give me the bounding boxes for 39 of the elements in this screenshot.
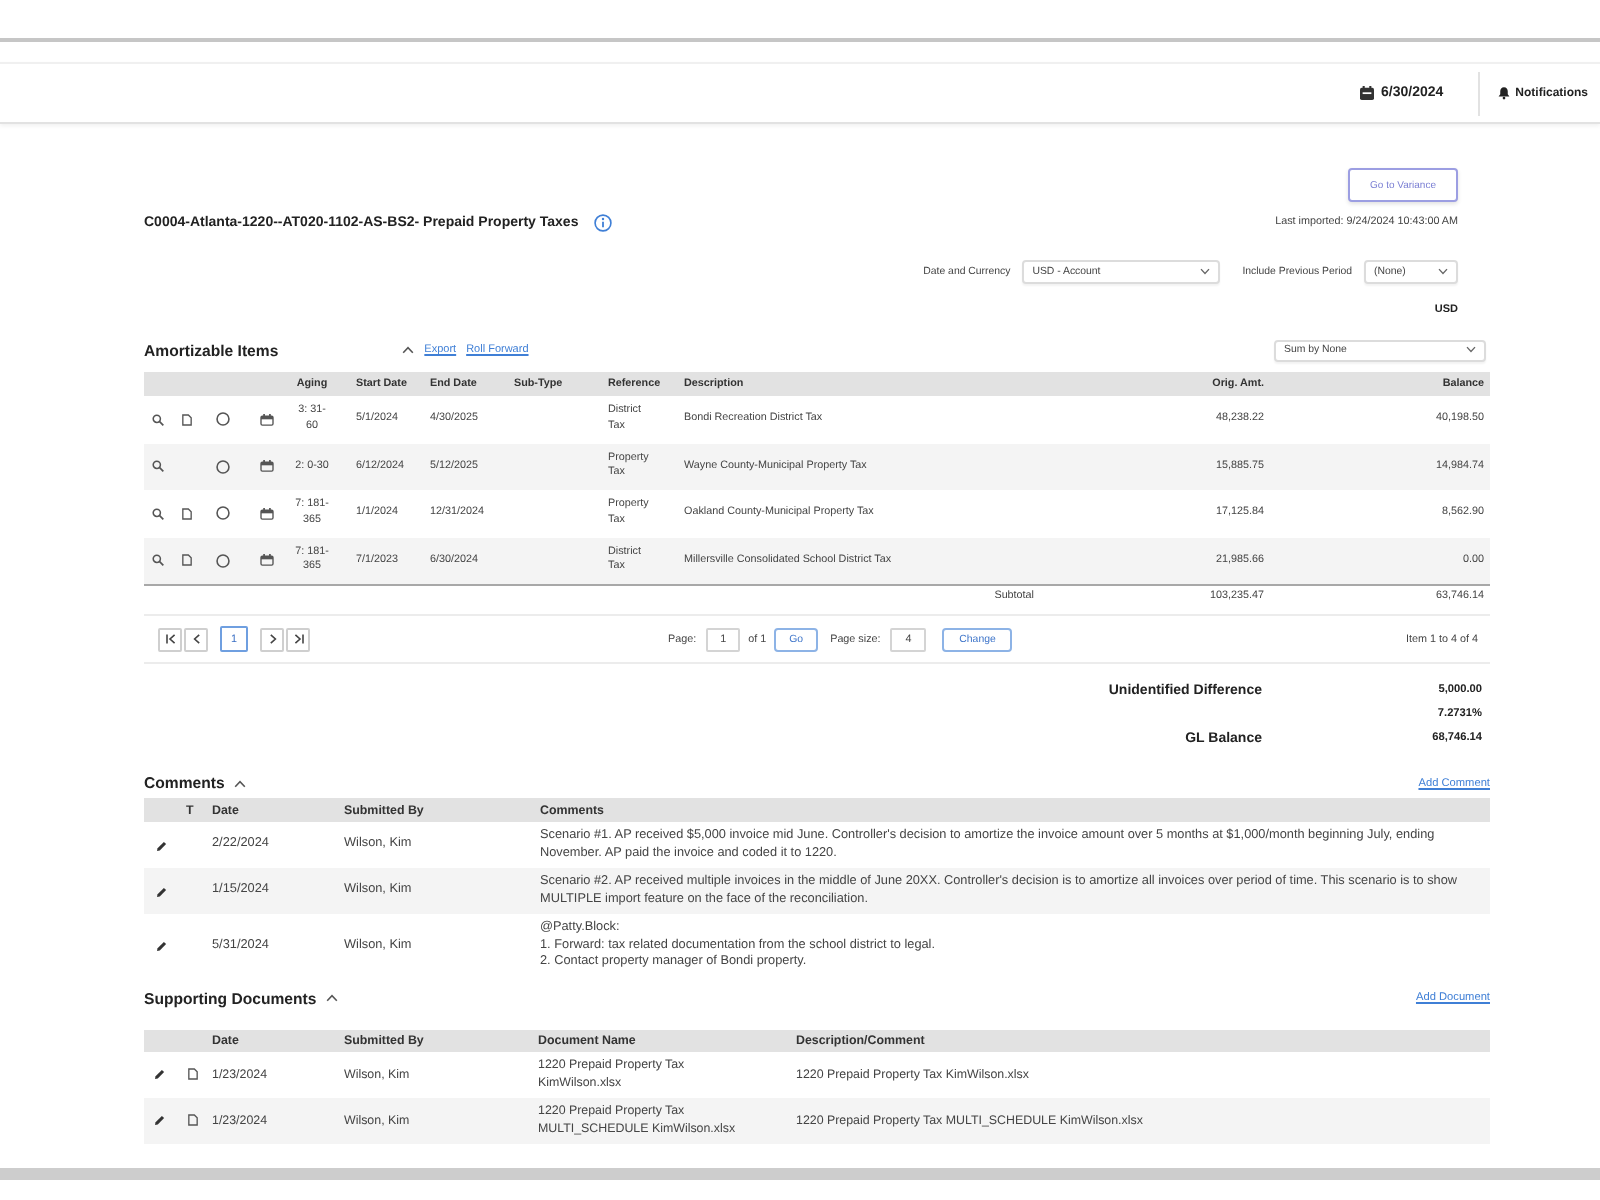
calendar-icon — [1359, 86, 1373, 100]
chevron-up-icon[interactable] — [326, 994, 339, 1002]
search-icon[interactable] — [152, 460, 164, 473]
document-icon[interactable] — [181, 554, 191, 567]
pencil-icon[interactable] — [156, 939, 168, 952]
circle-icon[interactable] — [215, 506, 229, 521]
pencil-icon[interactable] — [154, 1114, 166, 1126]
chevron-right-icon — [267, 634, 277, 644]
circle-icon[interactable] — [215, 412, 229, 427]
document-icon[interactable] — [187, 1068, 197, 1080]
chevron-down-icon — [1466, 346, 1476, 354]
first-page-icon — [165, 634, 175, 644]
chevron-down-icon — [1200, 268, 1211, 276]
document-icon[interactable] — [181, 507, 191, 520]
bell-icon — [1497, 86, 1510, 100]
document-icon[interactable] — [187, 1114, 197, 1126]
search-icon[interactable] — [152, 507, 164, 520]
pencil-icon[interactable] — [154, 1068, 166, 1080]
calendar-icon[interactable] — [259, 507, 273, 520]
last-page-icon — [293, 634, 303, 644]
next-page-button[interactable] — [260, 627, 284, 651]
calendar-icon[interactable] — [259, 554, 273, 567]
pencil-icon[interactable] — [156, 839, 168, 851]
search-icon[interactable] — [152, 413, 164, 426]
first-page-button[interactable] — [158, 627, 182, 651]
last-page-button[interactable] — [286, 627, 310, 651]
previous-page-button[interactable] — [184, 627, 208, 651]
calendar-icon[interactable] — [259, 460, 273, 473]
chevron-left-icon — [191, 634, 201, 644]
document-icon[interactable] — [181, 413, 191, 426]
calendar-icon[interactable] — [259, 413, 273, 426]
circle-icon[interactable] — [215, 553, 229, 568]
info-icon[interactable] — [594, 213, 613, 231]
chevron-up-icon[interactable] — [402, 346, 415, 354]
pencil-icon[interactable] — [156, 885, 168, 897]
search-icon[interactable] — [152, 554, 164, 567]
chevron-up-icon[interactable] — [234, 779, 247, 787]
chevron-down-icon — [1438, 268, 1448, 276]
circle-icon[interactable] — [215, 459, 229, 474]
